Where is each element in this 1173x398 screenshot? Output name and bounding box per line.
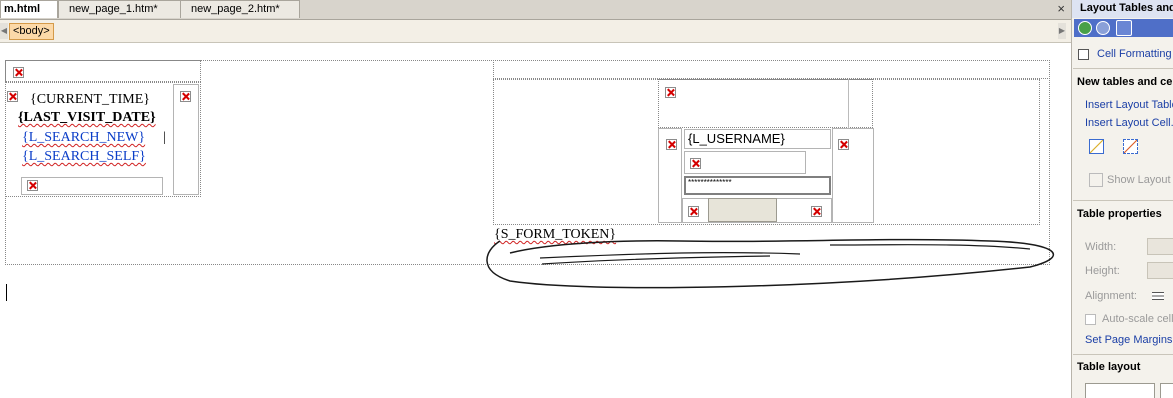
- tab-label: m.html: [4, 3, 41, 15]
- close-document-icon[interactable]: ×: [1057, 0, 1065, 17]
- last-visit-date-text: {LAST_VISIT_DATE}: [18, 110, 156, 125]
- username-input-cell[interactable]: [684, 151, 806, 174]
- show-layout-tool-icon: [1089, 173, 1103, 187]
- left-bottom-cell[interactable]: [21, 177, 163, 195]
- tab-new-page-1[interactable]: new_page_1.htm*: [58, 0, 182, 18]
- search-self-link[interactable]: {L_SEARCH_SELF}: [22, 149, 146, 165]
- forward-arrow-icon[interactable]: [1096, 21, 1110, 35]
- document-tab-strip: m.html new_page_1.htm* new_page_2.htm* ×: [0, 0, 1071, 20]
- cell-formatting-link[interactable]: Cell Formatting: [1097, 48, 1172, 60]
- tab-label: new_page_2.htm*: [191, 3, 280, 15]
- pane-divider: [1073, 354, 1173, 355]
- draw-layout-cell-icon[interactable]: [1123, 139, 1138, 154]
- password-mask-text: **************: [688, 178, 732, 187]
- home-icon[interactable]: [1116, 20, 1132, 36]
- cell-formatting-icon: [1078, 49, 1089, 60]
- left-top-cell[interactable]: [5, 60, 201, 82]
- broken-image-icon: [688, 206, 699, 217]
- width-label: Width:: [1085, 241, 1117, 253]
- new-tables-header: New tables and cells: [1077, 76, 1173, 88]
- broken-image-icon: [838, 139, 849, 150]
- set-page-margins-link[interactable]: Set Page Margins...: [1085, 334, 1173, 346]
- autoscale-checkbox[interactable]: [1085, 314, 1096, 325]
- broken-image-icon: [690, 158, 701, 169]
- tag-scroll-left-icon[interactable]: ◀: [0, 23, 8, 39]
- broken-image-icon: [180, 91, 191, 102]
- table-layout-thumbnail[interactable]: [1085, 383, 1155, 398]
- task-pane-title-bar: Layout Tables and Cells: [1072, 0, 1173, 18]
- table-layout-header: Table layout: [1077, 361, 1141, 373]
- table-layout-thumbnail[interactable]: [1160, 383, 1173, 398]
- height-label: Height:: [1085, 265, 1120, 277]
- login-top-cell[interactable]: [658, 79, 873, 128]
- current-time-text: {CURRENT_TIME}: [30, 92, 150, 107]
- broken-image-icon: [811, 206, 822, 217]
- task-pane-nav-bar: [1074, 19, 1173, 37]
- username-text: {L_USERNAME}: [688, 131, 785, 146]
- broken-image-icon: [665, 87, 676, 98]
- pane-divider: [1073, 68, 1173, 69]
- task-pane-title: Layout Tables and Cells: [1080, 2, 1173, 14]
- tab-m-html[interactable]: m.html: [0, 0, 58, 18]
- pane-divider: [1073, 200, 1173, 201]
- tag-scroll-right-icon[interactable]: ▶: [1058, 23, 1066, 39]
- right-header-cell[interactable]: [493, 60, 1050, 79]
- height-field[interactable]: [1147, 262, 1173, 279]
- broken-image-icon: [7, 91, 18, 102]
- insert-layout-cell-link[interactable]: Insert Layout Cell...: [1085, 117, 1173, 129]
- autoscale-label: Auto-scale cells with table: [1102, 313, 1173, 325]
- broken-image-icon: [666, 139, 677, 150]
- alignment-label: Alignment:: [1085, 290, 1137, 302]
- quick-tag-selector: ◀ <body> ▶: [0, 20, 1071, 43]
- hand-drawn-annotation: [486, 238, 1054, 289]
- login-submit-button[interactable]: [708, 198, 777, 222]
- design-canvas[interactable]: {CURRENT_TIME} {LAST_VISIT_DATE} {L_SEAR…: [0, 43, 1071, 398]
- text-cursor: [6, 284, 7, 301]
- login-top-divider: [848, 79, 849, 128]
- tab-new-page-2[interactable]: new_page_2.htm*: [180, 0, 300, 18]
- separator-text: |: [163, 130, 166, 145]
- table-properties-header: Table properties: [1077, 208, 1162, 220]
- search-new-link[interactable]: {L_SEARCH_NEW}: [22, 130, 145, 146]
- tab-label: new_page_1.htm*: [69, 3, 158, 15]
- align-left-icon[interactable]: [1152, 292, 1164, 300]
- draw-layout-table-icon[interactable]: [1089, 139, 1104, 154]
- back-arrow-icon[interactable]: [1078, 21, 1092, 35]
- show-layout-tool-label[interactable]: Show Layout Tool: [1107, 174, 1173, 186]
- broken-image-icon: [13, 67, 24, 78]
- broken-image-icon: [27, 180, 38, 191]
- width-field[interactable]: [1147, 238, 1173, 255]
- body-tag-button[interactable]: <body>: [9, 23, 54, 40]
- insert-layout-table-link[interactable]: Insert Layout Table...: [1085, 99, 1173, 111]
